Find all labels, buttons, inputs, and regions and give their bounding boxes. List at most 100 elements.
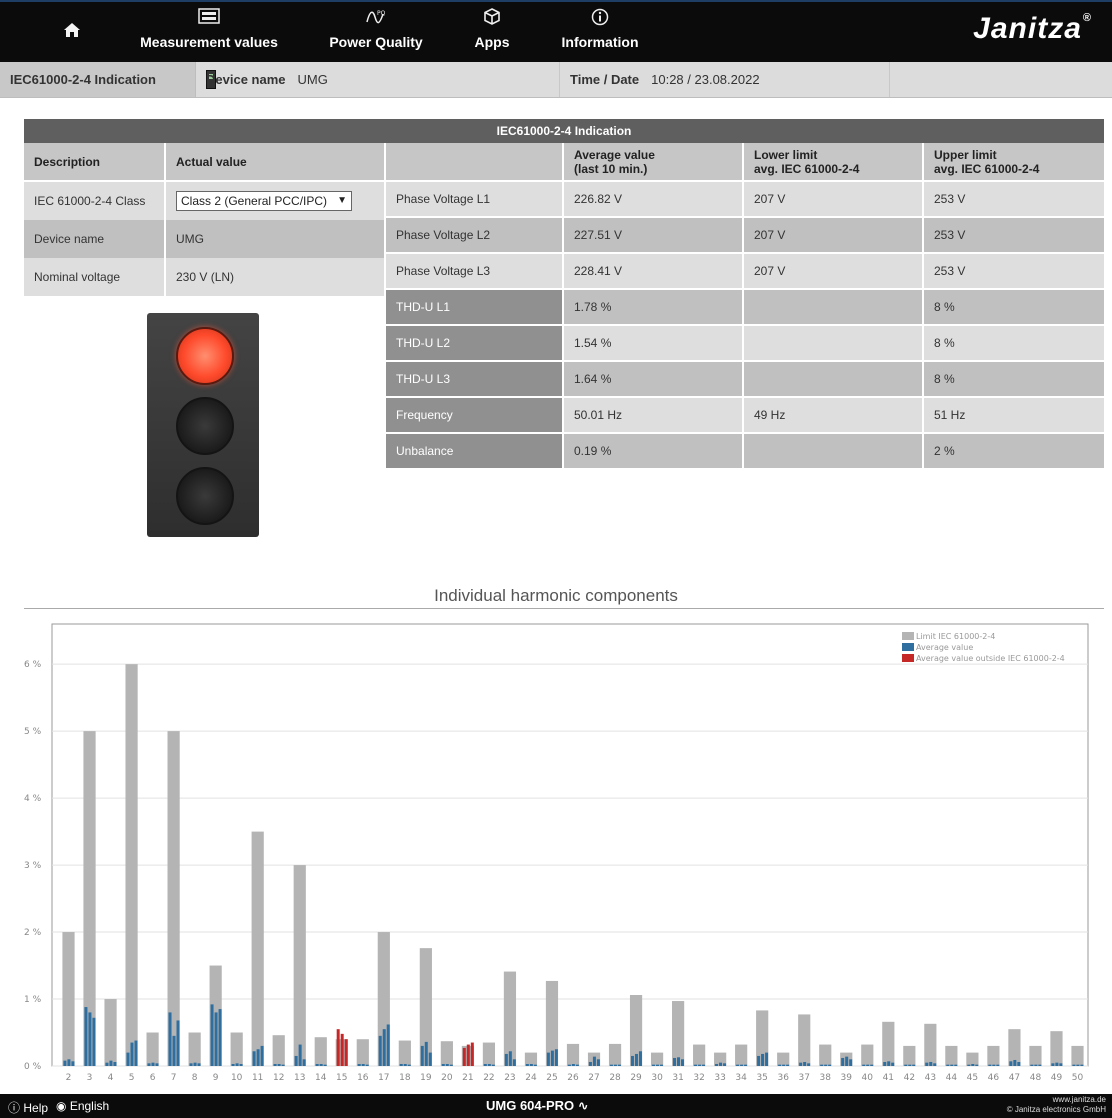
average-value-bar bbox=[736, 1064, 740, 1066]
table-cell-lower: 207 V bbox=[744, 182, 922, 216]
average-value-bar bbox=[575, 1064, 579, 1066]
limit-bar bbox=[735, 1044, 748, 1066]
average-value-bar bbox=[698, 1064, 702, 1066]
average-value-bar bbox=[778, 1064, 782, 1066]
x-tick-label: 21 bbox=[462, 1073, 473, 1083]
home-icon bbox=[52, 2, 92, 37]
table-cell-avg: 1.78 % bbox=[564, 290, 742, 324]
average-value-bar bbox=[849, 1059, 853, 1066]
limit-bar bbox=[903, 1045, 916, 1066]
x-tick-label: 7 bbox=[171, 1073, 177, 1083]
table-cell-lower bbox=[744, 434, 922, 468]
limit-bar bbox=[482, 1042, 496, 1066]
top-navigation-bar: Measurement values PQ Power Quality Apps… bbox=[0, 0, 1112, 62]
average-value-bar bbox=[315, 1063, 319, 1066]
x-tick-label: 4 bbox=[108, 1073, 114, 1083]
chart-title: Individual harmonic components bbox=[434, 586, 678, 605]
average-value-bar bbox=[504, 1053, 508, 1066]
average-value-bar bbox=[971, 1063, 975, 1066]
average-value-bar bbox=[281, 1064, 285, 1066]
limit-bar bbox=[861, 1044, 874, 1066]
average-value-bar bbox=[996, 1064, 1000, 1066]
x-tick-label: 24 bbox=[525, 1073, 537, 1083]
x-tick-label: 5 bbox=[129, 1073, 135, 1083]
help-link[interactable]: ⓘ Help bbox=[8, 1099, 48, 1116]
table-cell-avg: 228.41 V bbox=[564, 254, 742, 288]
average-value-bar bbox=[950, 1064, 954, 1066]
average-value-bar bbox=[92, 1017, 96, 1066]
limit-bar bbox=[272, 1035, 285, 1066]
limit-bar bbox=[924, 1023, 937, 1066]
average-value-bar bbox=[715, 1063, 719, 1066]
legend-label: Limit IEC 61000-2-4 bbox=[916, 632, 995, 641]
limit-bar bbox=[398, 1040, 411, 1066]
average-value-bar bbox=[761, 1053, 765, 1066]
limit-bar bbox=[987, 1045, 1000, 1066]
average-value-bar bbox=[634, 1053, 638, 1066]
x-tick-label: 31 bbox=[672, 1073, 683, 1083]
outside-value-bar bbox=[462, 1047, 466, 1066]
average-value-bar bbox=[298, 1044, 302, 1066]
average-value-bar bbox=[449, 1064, 453, 1066]
average-value-bar bbox=[424, 1041, 428, 1066]
nav-apps[interactable]: Apps bbox=[470, 2, 514, 62]
average-value-bar bbox=[1076, 1064, 1080, 1066]
limit-bar bbox=[693, 1044, 706, 1066]
average-value-bar bbox=[252, 1051, 256, 1066]
x-tick-label: 9 bbox=[213, 1073, 219, 1083]
table-cell-name: THD-U L2 bbox=[386, 326, 562, 360]
average-value-bar bbox=[529, 1063, 533, 1066]
table-cell-upper: 8 % bbox=[924, 326, 1104, 360]
average-value-bar bbox=[403, 1063, 407, 1066]
header-average-value: Average value (last 10 min.) bbox=[564, 143, 742, 180]
average-value-bar bbox=[912, 1064, 916, 1066]
x-tick-label: 37 bbox=[798, 1073, 809, 1083]
nav-information[interactable]: Information bbox=[556, 2, 644, 62]
average-value-bar bbox=[866, 1064, 870, 1066]
limit-bar bbox=[104, 999, 117, 1066]
limit-bar bbox=[230, 1032, 243, 1066]
limit-bar bbox=[146, 1032, 159, 1066]
traffic-light bbox=[147, 313, 259, 537]
footer-url[interactable]: www.janitza.de bbox=[1007, 1095, 1106, 1105]
average-value-bar bbox=[420, 1045, 424, 1066]
x-tick-label: 47 bbox=[1009, 1073, 1020, 1083]
average-value-bar bbox=[172, 1035, 176, 1066]
table-cell-name: Phase Voltage L2 bbox=[386, 218, 562, 252]
home-button[interactable] bbox=[52, 2, 92, 62]
average-value-bar bbox=[1072, 1064, 1076, 1066]
nav-power-quality[interactable]: PQ Power Quality bbox=[324, 2, 428, 62]
plot-area bbox=[51, 623, 1089, 1067]
x-tick-label: 34 bbox=[735, 1073, 747, 1083]
table-cell-avg: 1.64 % bbox=[564, 362, 742, 396]
limit-bar bbox=[251, 831, 264, 1066]
x-tick-label: 38 bbox=[820, 1073, 832, 1083]
device-name-field: Device name UMG bbox=[196, 62, 560, 97]
average-value-bar bbox=[673, 1057, 677, 1066]
header-description: Description bbox=[24, 143, 164, 180]
x-tick-label: 41 bbox=[883, 1073, 894, 1083]
average-value-bar bbox=[441, 1063, 445, 1066]
average-value-bar bbox=[946, 1064, 950, 1066]
x-tick-label: 16 bbox=[357, 1073, 369, 1083]
average-value-bar bbox=[550, 1050, 554, 1066]
average-value-bar bbox=[1017, 1061, 1021, 1066]
average-value-bar bbox=[113, 1061, 117, 1066]
average-value-bar bbox=[870, 1064, 874, 1066]
average-value-bar bbox=[554, 1049, 558, 1066]
outside-value-bar bbox=[340, 1033, 344, 1066]
average-value-bar bbox=[828, 1064, 832, 1066]
x-tick-label: 27 bbox=[588, 1073, 599, 1083]
table-cell-avg: 50.01 Hz bbox=[564, 398, 742, 432]
table-cell-lower bbox=[744, 326, 922, 360]
legend-label: Average value bbox=[916, 643, 973, 652]
average-value-bar bbox=[218, 1009, 222, 1066]
language-selector[interactable]: ◉ English bbox=[56, 1099, 109, 1113]
average-value-bar bbox=[596, 1059, 600, 1066]
x-tick-label: 22 bbox=[483, 1073, 494, 1083]
average-value-bar bbox=[592, 1056, 596, 1066]
y-tick-label: 6 % bbox=[24, 660, 42, 670]
average-value-bar bbox=[294, 1055, 298, 1066]
class-select[interactable]: Class 2 (General PCC/IPC) ▼ bbox=[176, 191, 352, 211]
nav-measurement-values[interactable]: Measurement values bbox=[134, 2, 284, 62]
